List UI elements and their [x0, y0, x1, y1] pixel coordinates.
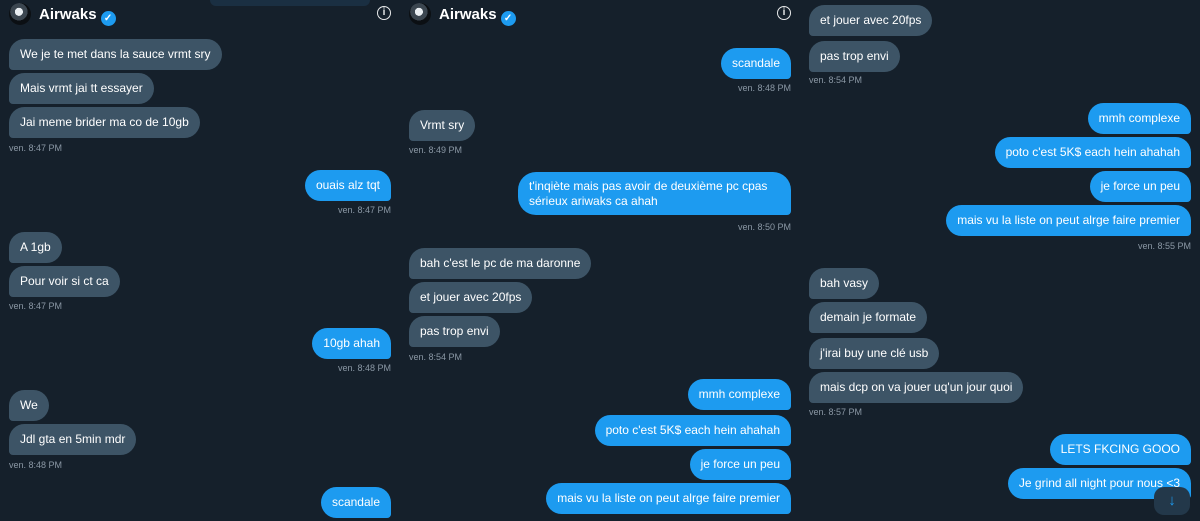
- message-incoming: et jouer avec 20fps: [809, 5, 933, 36]
- message-timestamp: ven. 8:54 PM: [809, 75, 863, 85]
- dm-conversation-screenshots: Airwaks ✓ i We je te met dans la sauce vr…: [0, 0, 1200, 521]
- message-timestamp: ven. 8:47 PM: [9, 301, 63, 311]
- message-outgoing: mmh complexe: [687, 379, 791, 410]
- message-timestamp: ven. 8:47 PM: [9, 143, 63, 153]
- message-outgoing: mmh complexe: [1087, 103, 1191, 134]
- message-timestamp: ven. 8:54 PM: [409, 352, 463, 362]
- message-incoming: Jai meme brider ma co de 10gb: [9, 107, 200, 138]
- message-incoming: demain je formate: [809, 302, 928, 333]
- message-incoming: Jdl gta en 5min mdr: [9, 424, 137, 455]
- message-timestamp: ven. 8:50 PM: [737, 222, 791, 232]
- chat-panel-3: i et jouer avec 20fps pas trop envi ven.…: [800, 0, 1200, 521]
- message-incoming: pas trop envi: [409, 316, 500, 347]
- message-incoming: Pour voir si ct ca: [9, 266, 120, 297]
- message-timestamp: ven. 8:48 PM: [337, 363, 391, 373]
- message-timestamp: ven. 8:48 PM: [737, 83, 791, 93]
- avatar[interactable]: [409, 3, 431, 25]
- message-outgoing: mais vu la liste on peut alrge faire pre…: [546, 483, 791, 514]
- message-incoming: We: [9, 390, 49, 421]
- message-timestamp: ven. 8:57 PM: [809, 407, 863, 417]
- contact-name[interactable]: Airwaks: [439, 6, 497, 23]
- message-incoming: A 1gb: [9, 232, 62, 263]
- message-timestamp: ven. 8:47 PM: [337, 205, 391, 215]
- message-outgoing: mais vu la liste on peut alrge faire pre…: [946, 205, 1191, 236]
- info-icon[interactable]: i: [377, 6, 391, 20]
- avatar[interactable]: [9, 3, 31, 25]
- message-outgoing: LETS FKCING GOOO: [1049, 434, 1191, 465]
- contact-name[interactable]: Airwaks: [39, 6, 97, 23]
- contact-name-row[interactable]: Airwaks ✓: [39, 6, 116, 26]
- message-outgoing: scandale: [320, 487, 391, 518]
- scroll-to-bottom-button[interactable]: ↓: [1154, 487, 1190, 515]
- message-incoming: bah vasy: [809, 268, 880, 299]
- arrow-down-icon: ↓: [1168, 492, 1176, 509]
- message-outgoing: je force un peu: [1089, 171, 1191, 202]
- message-incoming: bah c'est le pc de ma daronne: [409, 248, 592, 279]
- chat-header: Airwaks ✓ i: [400, 0, 800, 32]
- info-icon[interactable]: i: [777, 6, 791, 20]
- message-incoming: Mais vrmt jai tt essayer: [9, 73, 154, 104]
- chat-panel-1: Airwaks ✓ i We je te met dans la sauce vr…: [0, 0, 400, 521]
- verified-badge-icon: ✓: [500, 11, 516, 26]
- message-timestamp: ven. 8:49 PM: [409, 145, 463, 155]
- message-outgoing: je force un peu: [689, 449, 791, 480]
- message-outgoing: t'inqiète mais pas avoir de deuxième pc …: [518, 172, 791, 215]
- message-outgoing: poto c'est 5K$ each hein ahahah: [994, 137, 1191, 168]
- chat-panel-2: Airwaks ✓ i scandale ven. 8:48 PM Vrmt sr…: [400, 0, 800, 521]
- message-outgoing: ouais alz tqt: [304, 170, 391, 201]
- message-incoming: Vrmt sry: [409, 110, 476, 141]
- header-glow: [210, 0, 370, 6]
- message-incoming: mais dcp on va jouer uq'un jour quoi: [809, 372, 1024, 403]
- message-outgoing: scandale: [720, 48, 791, 79]
- verified-badge-icon: ✓: [100, 11, 116, 26]
- message-outgoing: poto c'est 5K$ each hein ahahah: [594, 415, 791, 446]
- message-timestamp: ven. 8:48 PM: [9, 460, 63, 470]
- contact-name-row[interactable]: Airwaks ✓: [439, 6, 516, 26]
- message-outgoing: 10gb ahah: [312, 328, 391, 359]
- message-incoming: We je te met dans la sauce vrmt sry: [9, 39, 222, 70]
- message-timestamp: ven. 8:55 PM: [1137, 241, 1191, 251]
- message-incoming: j'irai buy une clé usb: [809, 338, 940, 369]
- message-incoming: et jouer avec 20fps: [409, 282, 533, 313]
- message-incoming: pas trop envi: [809, 41, 900, 72]
